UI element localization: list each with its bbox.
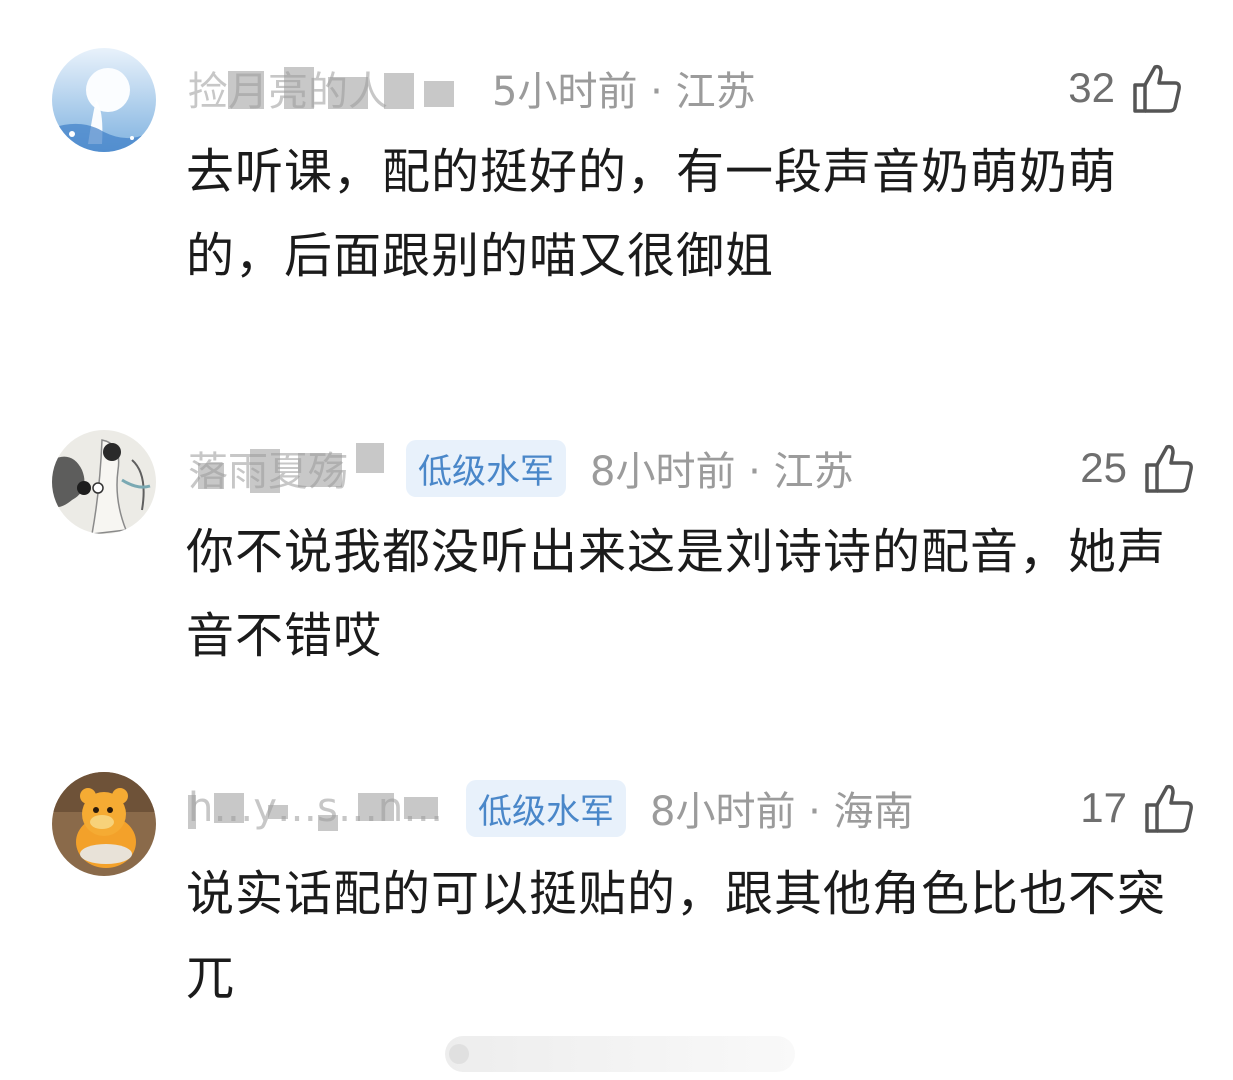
username[interactable]: h…y…s…n… <box>188 783 458 833</box>
comment-text: 说实话配的可以挺贴的，跟其他角色比也不突兀 <box>186 866 1167 1006</box>
watermark <box>445 1036 795 1072</box>
user-level-badge: 低级水军 <box>466 779 626 837</box>
like-count: 17 <box>1080 784 1127 831</box>
like-button[interactable]: 17 <box>1080 778 1195 838</box>
comment-item: h…y…s…n… 低级水军 8小时前 · 海南 17 说实话配的可以挺贴的，跟其… <box>0 0 1233 1030</box>
comment-location: 海南 <box>833 789 914 835</box>
avatar-toy-icon <box>52 772 156 876</box>
time-location: 8小时前 · 海南 <box>650 789 914 835</box>
comment-meta: h…y…s…n… 低级水军 8小时前 · 海南 <box>188 778 914 838</box>
comment-time: 8小时前 <box>650 789 796 835</box>
username-text: h…y…s…n… <box>188 785 444 831</box>
avatar[interactable] <box>52 772 156 876</box>
thumbs-up-icon <box>1141 781 1195 835</box>
